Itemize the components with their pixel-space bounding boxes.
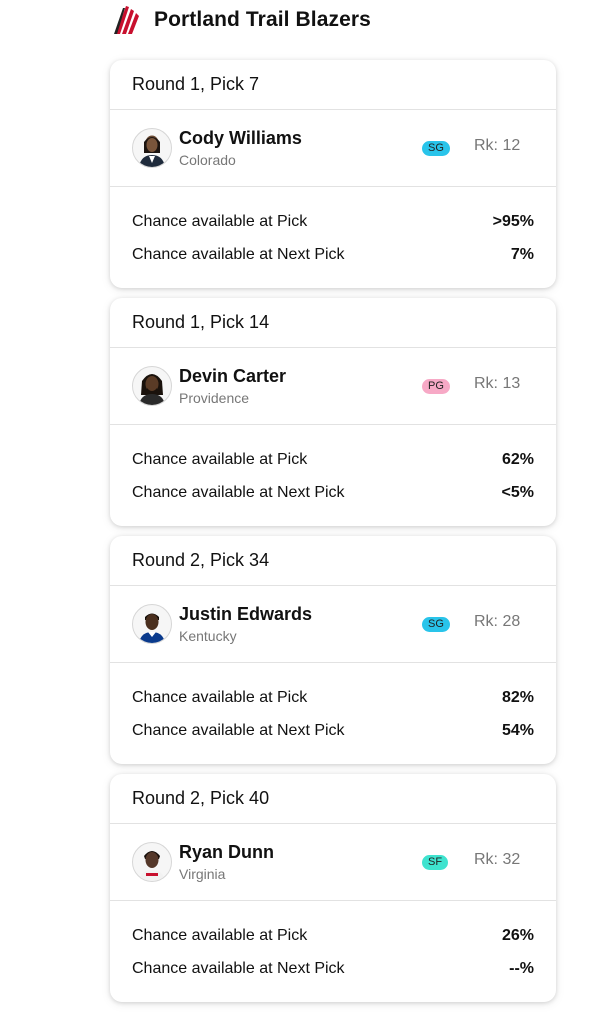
chance-at-next-pick-value: 54% [501, 721, 534, 739]
player-headshot-icon [139, 374, 165, 405]
chance-at-next-pick-row: Chance available at Next Pick <5% [132, 476, 534, 509]
player-name[interactable]: Devin Carter [179, 365, 286, 387]
pick-title: Round 1, Pick 14 [110, 298, 556, 348]
chance-section: Chance available at Pick 62% Chance avai… [110, 425, 556, 509]
chance-at-pick-row: Chance available at Pick >95% [132, 205, 534, 238]
player-row[interactable]: Justin Edwards Kentucky SG Rk: 28 [110, 586, 556, 663]
player-name[interactable]: Cody Williams [179, 127, 302, 149]
chance-at-pick-value: 62% [501, 450, 534, 468]
chance-at-next-pick-label: Chance available at Next Pick [132, 959, 345, 977]
pick-card[interactable]: Round 2, Pick 40 Ryan Dunn Virginia SF R… [110, 774, 556, 1002]
player-school: Kentucky [179, 627, 237, 644]
chance-at-next-pick-label: Chance available at Next Pick [132, 483, 345, 501]
player-headshot-icon [139, 135, 165, 167]
pick-title: Round 2, Pick 34 [110, 536, 556, 586]
pick-card[interactable]: Round 1, Pick 14 Devin Carter Providence… [110, 298, 556, 526]
chance-at-next-pick-row: Chance available at Next Pick 7% [132, 238, 534, 271]
pick-title: Round 2, Pick 40 [110, 774, 556, 824]
team-header: Portland Trail Blazers [112, 3, 371, 37]
player-name[interactable]: Ryan Dunn [179, 841, 274, 863]
position-badge: SG [422, 141, 450, 156]
player-avatar [132, 366, 172, 406]
chance-section: Chance available at Pick 82% Chance avai… [110, 663, 556, 747]
player-avatar [132, 842, 172, 882]
pick-title: Round 1, Pick 7 [110, 60, 556, 110]
player-school: Colorado [179, 151, 236, 168]
chance-at-pick-row: Chance available at Pick 62% [132, 443, 534, 476]
player-school: Providence [179, 389, 250, 406]
trail-blazers-logo-icon [112, 4, 142, 36]
chance-at-next-pick-value: <5% [501, 483, 534, 501]
pick-card[interactable]: Round 2, Pick 34 Justin Edwards Kentucky… [110, 536, 556, 764]
chance-section: Chance available at Pick 26% Chance avai… [110, 901, 556, 985]
rank-label: Rk: 13 [474, 375, 521, 392]
chance-at-pick-label: Chance available at Pick [132, 212, 308, 230]
chance-at-pick-label: Chance available at Pick [132, 450, 308, 468]
position-badge: PG [422, 379, 450, 394]
chance-at-pick-value: >95% [492, 212, 534, 230]
team-name: Portland Trail Blazers [154, 8, 371, 31]
rank-label: Rk: 12 [474, 137, 521, 154]
player-avatar [132, 128, 172, 168]
player-name[interactable]: Justin Edwards [179, 603, 312, 625]
player-avatar [132, 604, 172, 644]
chance-at-pick-row: Chance available at Pick 82% [132, 681, 534, 714]
position-badge: SG [422, 617, 450, 632]
chance-at-next-pick-row: Chance available at Next Pick 54% [132, 714, 534, 747]
position-badge: SF [422, 855, 449, 870]
chance-at-pick-row: Chance available at Pick 26% [132, 919, 534, 952]
chance-at-next-pick-value: --% [509, 959, 534, 977]
chance-at-next-pick-value: 7% [510, 245, 534, 263]
player-row[interactable]: Cody Williams Colorado SG Rk: 12 [110, 110, 556, 187]
chance-at-pick-value: 82% [501, 688, 534, 706]
player-row[interactable]: Ryan Dunn Virginia SF Rk: 32 [110, 824, 556, 901]
chance-at-next-pick-label: Chance available at Next Pick [132, 245, 345, 263]
chance-section: Chance available at Pick >95% Chance ava… [110, 187, 556, 271]
rank-label: Rk: 28 [474, 613, 521, 630]
player-headshot-icon [139, 851, 165, 881]
player-row[interactable]: Devin Carter Providence PG Rk: 13 [110, 348, 556, 425]
pick-card[interactable]: Round 1, Pick 7 Cody Williams Colorado S… [110, 60, 556, 288]
chance-at-next-pick-row: Chance available at Next Pick --% [132, 952, 534, 985]
chance-at-next-pick-label: Chance available at Next Pick [132, 721, 345, 739]
rank-label: Rk: 32 [474, 851, 521, 868]
chance-at-pick-label: Chance available at Pick [132, 688, 308, 706]
pick-list: Round 1, Pick 7 Cody Williams Colorado S… [110, 60, 556, 1012]
chance-at-pick-value: 26% [501, 926, 534, 944]
chance-at-pick-label: Chance available at Pick [132, 926, 308, 944]
player-school: Virginia [179, 865, 226, 882]
player-headshot-icon [139, 613, 165, 643]
